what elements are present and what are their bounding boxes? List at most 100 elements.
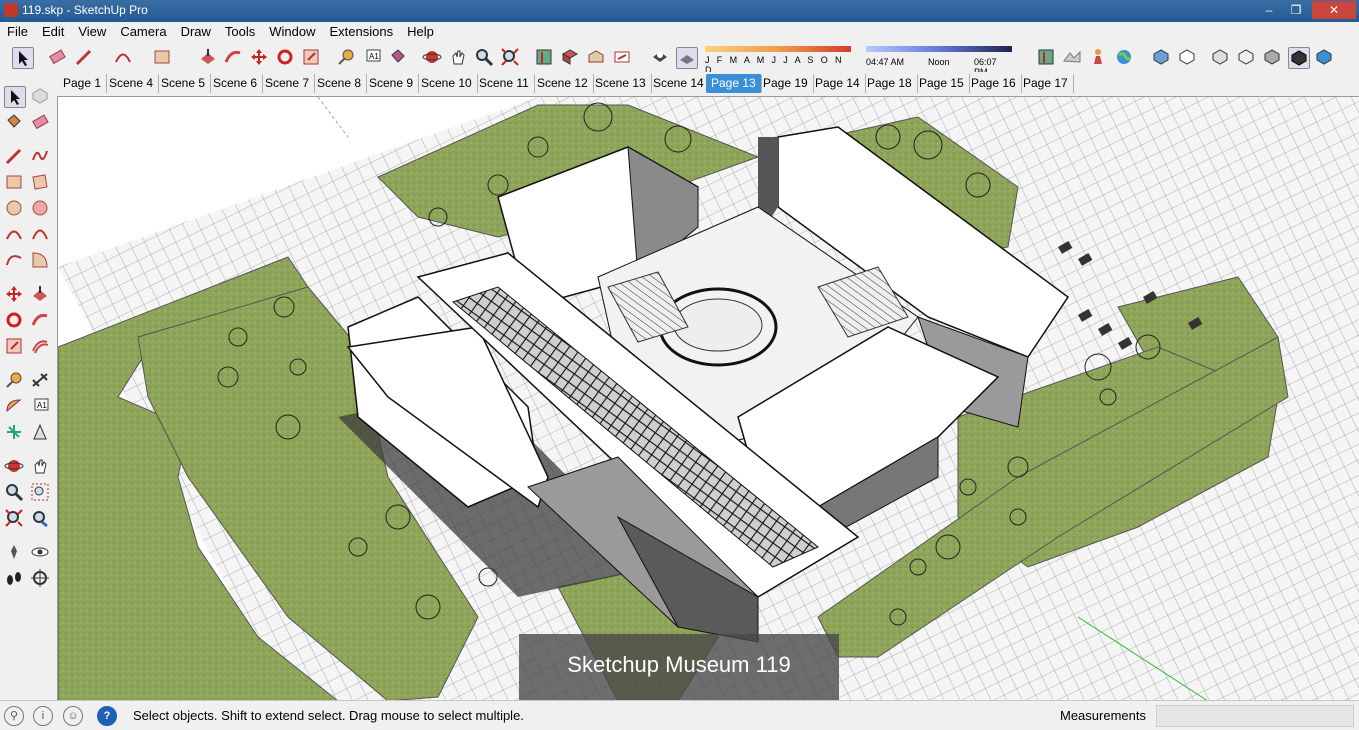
tab-page-16[interactable]: Page 16	[966, 74, 1022, 93]
pie-tool-icon[interactable]	[30, 250, 50, 270]
tab-scene-5[interactable]: Scene 5	[156, 74, 212, 93]
pencil-icon[interactable]	[74, 47, 94, 67]
menu-extensions[interactable]: Extensions	[323, 22, 401, 41]
arc-tool-icon[interactable]	[4, 224, 24, 244]
scale-icon[interactable]	[301, 47, 321, 67]
menu-edit[interactable]: Edit	[35, 22, 71, 41]
zoom-window-tool-icon[interactable]	[30, 482, 50, 502]
geo-location-status-icon[interactable]: ⚲	[4, 706, 24, 726]
protractor-tool-icon[interactable]	[4, 396, 24, 416]
menu-view[interactable]: View	[71, 22, 113, 41]
tab-page-13[interactable]: Page 13	[706, 74, 762, 93]
polygon-tool-icon[interactable]	[30, 198, 50, 218]
geo-location-icon[interactable]	[1036, 47, 1056, 67]
maximize-button[interactable]: ❐	[1283, 1, 1309, 19]
paint-bucket-icon[interactable]	[388, 47, 408, 67]
position-camera-icon[interactable]	[4, 542, 24, 562]
close-button[interactable]: ✕	[1312, 1, 1356, 19]
zoom-tool-icon[interactable]	[4, 482, 24, 502]
eraser-icon[interactable]	[47, 47, 67, 67]
shadow-month-slider[interactable]: J F M A M J J A S O N D	[705, 46, 851, 75]
tab-page-1[interactable]: Page 1	[58, 74, 108, 93]
wireframe-icon[interactable]	[1236, 47, 1256, 67]
rectangle-tool-icon[interactable]	[4, 172, 24, 192]
orbit-tool-icon[interactable]	[4, 456, 24, 476]
text-icon[interactable]: A1	[362, 47, 382, 67]
shadow-time-slider[interactable]: 04:47 AM Noon 06:07 PM	[866, 46, 1012, 77]
tab-scene-4[interactable]: Scene 4	[104, 74, 160, 93]
tab-page-17[interactable]: Page 17	[1018, 74, 1074, 93]
fog-icon[interactable]	[676, 47, 698, 69]
tab-scene-10[interactable]: Scene 10	[416, 74, 478, 93]
iso-view-icon[interactable]	[1151, 47, 1171, 67]
tab-scene-6[interactable]: Scene 6	[208, 74, 264, 93]
tape-measure-tool-icon[interactable]	[4, 370, 24, 390]
follow-me-icon[interactable]	[223, 47, 243, 67]
tape-measure-icon[interactable]	[336, 47, 356, 67]
drawing-viewport[interactable]	[57, 96, 1359, 701]
orbit-icon[interactable]	[422, 47, 442, 67]
rotate-tool-icon[interactable]	[4, 310, 24, 330]
tab-scene-13[interactable]: Scene 13	[590, 74, 652, 93]
arc-icon[interactable]	[113, 47, 133, 67]
tab-scene-7[interactable]: Scene 7	[260, 74, 316, 93]
hidden-line-icon[interactable]	[1262, 47, 1282, 67]
three-point-arc-icon[interactable]	[4, 250, 24, 270]
components-icon[interactable]	[560, 47, 580, 67]
rotate-icon[interactable]	[275, 47, 295, 67]
tab-scene-12[interactable]: Scene 12	[532, 74, 594, 93]
street-view-icon[interactable]	[1088, 47, 1108, 67]
tab-scene-11[interactable]: Scene 11	[474, 74, 535, 93]
look-around-icon[interactable]	[30, 542, 50, 562]
pan-icon[interactable]	[448, 47, 468, 67]
select-tool-icon[interactable]	[4, 86, 26, 108]
textured-icon[interactable]	[1314, 47, 1334, 67]
zoom-extents-icon[interactable]	[500, 47, 520, 67]
two-point-arc-icon[interactable]	[30, 224, 50, 244]
rotated-rectangle-icon[interactable]	[30, 172, 50, 192]
walk-tool-icon[interactable]	[4, 568, 24, 588]
add-location-icon[interactable]	[534, 47, 554, 67]
user-icon[interactable]: ☺	[63, 706, 83, 726]
move-tool-icon[interactable]	[4, 284, 24, 304]
select-icon[interactable]	[12, 47, 34, 69]
tab-page-19[interactable]: Page 19	[758, 74, 814, 93]
xray-icon[interactable]	[1210, 47, 1230, 67]
tab-page-14[interactable]: Page 14	[810, 74, 866, 93]
paint-tool-icon[interactable]	[4, 112, 24, 132]
zoom-extents-tool-icon[interactable]	[4, 508, 24, 528]
zoom-icon[interactable]	[474, 47, 494, 67]
axes-tool-icon[interactable]	[4, 422, 24, 442]
previous-view-icon[interactable]	[30, 508, 50, 528]
measurements-input[interactable]	[1156, 705, 1354, 727]
freehand-tool-icon[interactable]	[30, 146, 50, 166]
minimize-button[interactable]: –	[1256, 1, 1282, 19]
dimension-tool-icon[interactable]	[30, 370, 50, 390]
share-model-icon[interactable]	[612, 47, 632, 67]
shadows-icon[interactable]	[650, 47, 670, 67]
menu-draw[interactable]: Draw	[174, 22, 218, 41]
shaded-icon[interactable]	[1288, 47, 1310, 69]
menu-file[interactable]: File	[0, 22, 35, 41]
menu-camera[interactable]: Camera	[113, 22, 173, 41]
3d-text-tool-icon[interactable]	[30, 422, 50, 442]
circle-tool-icon[interactable]	[4, 198, 24, 218]
pan-tool-icon[interactable]	[30, 456, 50, 476]
push-pull-tool-icon[interactable]	[30, 284, 50, 304]
follow-me-tool-icon[interactable]	[30, 310, 50, 330]
scale-tool-icon[interactable]	[4, 336, 24, 356]
menu-tools[interactable]: Tools	[218, 22, 262, 41]
text-tool-icon[interactable]: A1	[30, 396, 50, 416]
offset-tool-icon[interactable]	[30, 336, 50, 356]
eraser-tool-icon[interactable]	[30, 112, 50, 132]
top-view-icon[interactable]	[1177, 47, 1197, 67]
tab-scene-8[interactable]: Scene 8	[312, 74, 368, 93]
section-plane-icon[interactable]	[30, 568, 50, 588]
line-tool-icon[interactable]	[4, 146, 24, 166]
tab-page-15[interactable]: Page 15	[914, 74, 970, 93]
tab-scene-14[interactable]: Scene 14	[648, 74, 710, 93]
earth-icon[interactable]	[1114, 47, 1134, 67]
menu-window[interactable]: Window	[262, 22, 322, 41]
menu-help[interactable]: Help	[400, 22, 441, 41]
3d-warehouse-icon[interactable]	[586, 47, 606, 67]
